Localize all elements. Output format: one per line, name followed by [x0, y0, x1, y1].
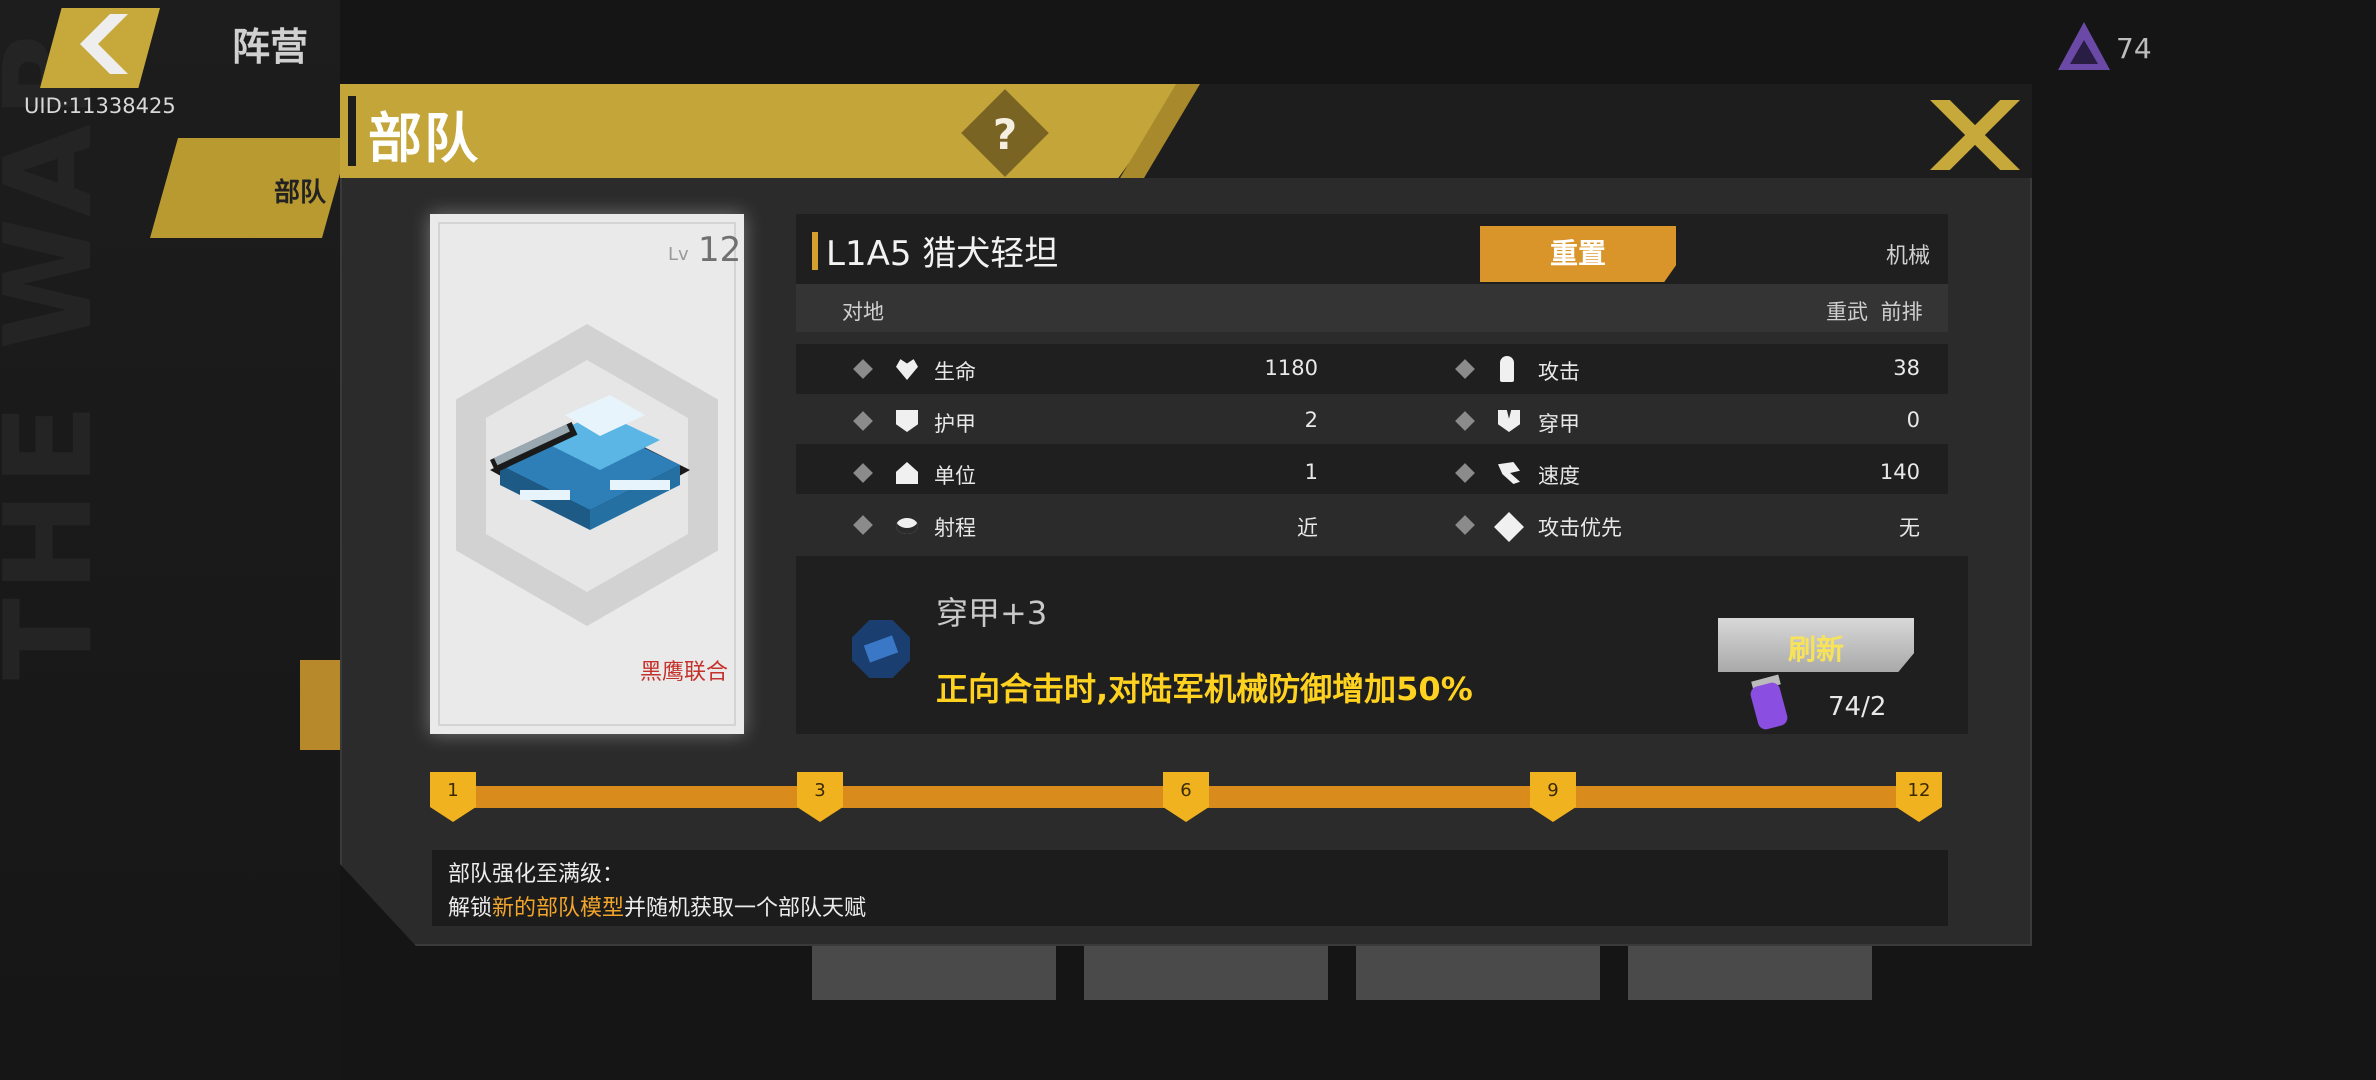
max-upgrade-highlight: 新的部队模型	[492, 896, 625, 921]
max-upgrade-suffix: 并随机获取一个部队天赋	[624, 896, 867, 921]
tank-image	[490, 395, 690, 530]
stat-value-range: 近	[1297, 516, 1318, 540]
talent-description: 正向合击时,对陆军机械防御增加50%	[936, 670, 1473, 708]
milestone-marker: 9	[1530, 772, 1576, 822]
unit-target: 对地	[842, 300, 884, 324]
stat-value-priority: 无	[1899, 516, 1920, 540]
stat-label-units: 单位	[934, 464, 976, 488]
stat-value-speed: 140	[1879, 460, 1920, 484]
name-marker	[812, 232, 818, 270]
milestone-level: 9	[1547, 780, 1559, 801]
side-watermark: THE WAR	[0, 19, 119, 680]
stat-label-priority: 攻击优先	[1538, 516, 1622, 540]
max-upgrade-prefix: 解锁	[448, 896, 493, 921]
bullet-icon	[1500, 356, 1514, 382]
milestone-level: 12	[1907, 780, 1931, 801]
milestone-level: 6	[1180, 780, 1192, 801]
tab-army-label: 部队	[274, 178, 327, 208]
milestone-marker: 1	[430, 772, 476, 822]
stat-value-units: 1	[1304, 460, 1318, 484]
stat-value-hp: 1180	[1264, 356, 1318, 380]
title-marker	[348, 96, 356, 166]
stat-label-range: 射程	[934, 516, 976, 540]
max-upgrade-title: 部队强化至满级：	[448, 862, 625, 887]
range-icon	[896, 518, 918, 534]
refresh-button-label: 刷新	[1787, 633, 1844, 666]
refresh-cost: 74/2	[1828, 692, 1887, 722]
unit-class-tags: 重武 前排	[1826, 300, 1923, 324]
milestone-level: 3	[814, 780, 826, 801]
help-icon: ?	[992, 110, 1018, 159]
currency-count: 74	[2116, 32, 2152, 65]
milestone-marker: 6	[1163, 772, 1209, 822]
level-label: Lv	[668, 244, 689, 265]
max-upgrade-description: 解锁新的部队模型并随机获取一个部队天赋	[448, 890, 866, 922]
milestone-marker: 3	[797, 772, 843, 822]
stat-value-attack: 38	[1893, 356, 1920, 380]
reset-button-label: 重置	[1549, 237, 1606, 270]
unit-tags-row	[796, 284, 1948, 332]
stat-label-hp: 生命	[934, 360, 976, 384]
stat-label-speed: 速度	[1538, 464, 1580, 488]
milestone-marker: 12	[1896, 772, 1942, 822]
dialog-title: 部队	[368, 107, 480, 170]
milestone-level: 1	[447, 780, 459, 801]
close-button[interactable]	[1930, 100, 2020, 170]
user-id: UID:11338425	[24, 94, 176, 118]
faction-name: 黑鹰联合	[640, 660, 729, 685]
stat-label-armor: 护甲	[934, 412, 976, 436]
stat-label-pierce: 穿甲	[1538, 412, 1580, 436]
stat-value-armor: 2	[1304, 408, 1318, 432]
page-title: 阵营	[232, 25, 309, 69]
stat-label-attack: 攻击	[1538, 360, 1580, 384]
level-value: 12	[698, 230, 742, 270]
unit-name: L1A5 猎犬轻坦	[826, 234, 1059, 274]
unit-type: 机械	[1886, 244, 1931, 269]
talent-name: 穿甲+3	[936, 594, 1048, 632]
stat-value-pierce: 0	[1906, 408, 1920, 432]
